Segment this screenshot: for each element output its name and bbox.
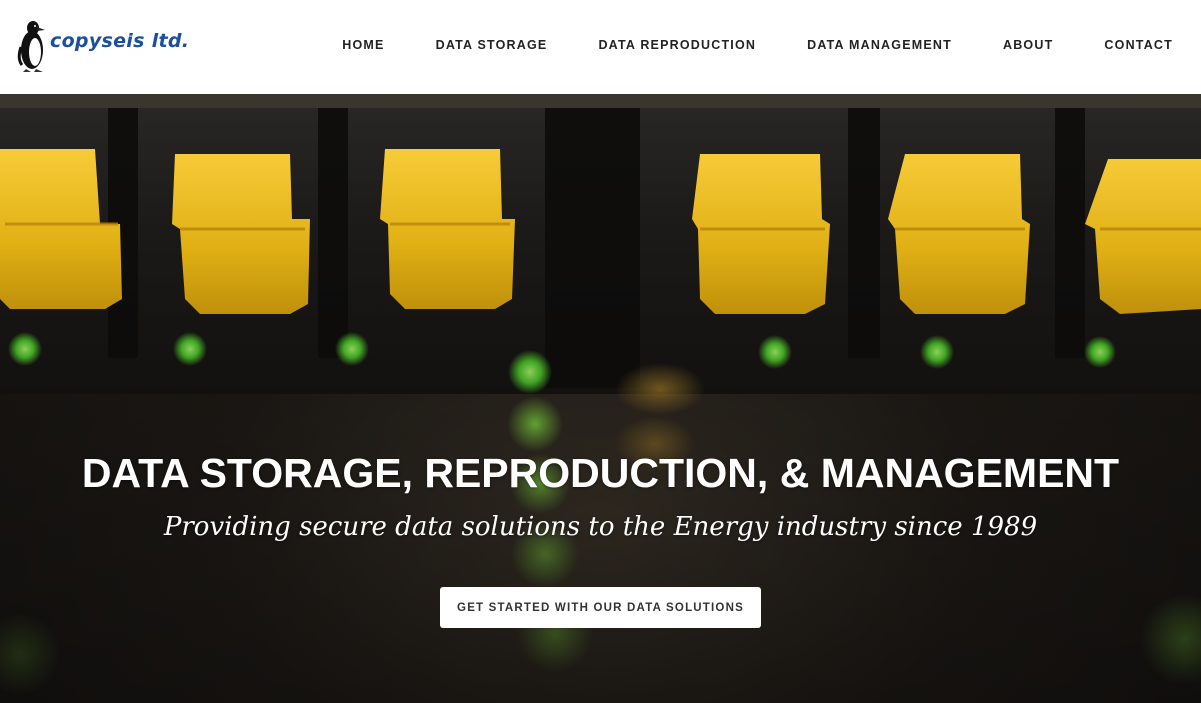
hero-title: DATA STORAGE, REPRODUCTION, & MANAGEMENT [81,450,1120,496]
logo-text: copyseis ltd. [50,30,190,52]
nav-contact[interactable]: CONTACT [1104,38,1173,52]
logo-link[interactable]: copyseis ltd. [16,16,189,74]
hero-section: DATA STORAGE, REPRODUCTION, & MANAGEMENT… [0,94,1201,703]
site-header: copyseis ltd. HOME DATA STORAGE DATA REP… [0,0,1201,94]
nav-about[interactable]: ABOUT [1003,38,1053,52]
get-started-button[interactable]: GET STARTED WITH OUR DATA SOLUTIONS [440,587,761,628]
nav-data-reproduction[interactable]: DATA REPRODUCTION [598,38,756,52]
main-nav: HOME DATA STORAGE DATA REPRODUCTION DATA… [342,0,1173,94]
nav-data-management[interactable]: DATA MANAGEMENT [807,38,952,52]
penguin-icon [17,21,45,72]
nav-data-storage[interactable]: DATA STORAGE [436,38,548,52]
nav-home[interactable]: HOME [342,38,384,52]
hero-subtitle: Providing secure data solutions to the E… [163,512,1038,542]
